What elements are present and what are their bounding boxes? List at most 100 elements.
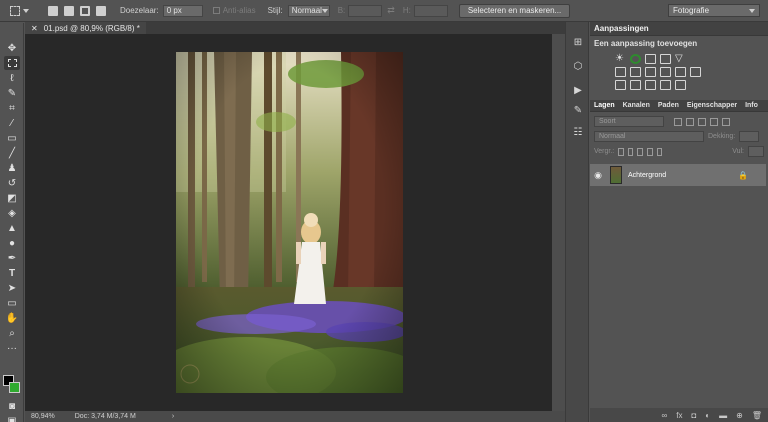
screen-mode-icon[interactable]: ▣ xyxy=(4,414,20,422)
link-icon[interactable]: ∞ xyxy=(662,411,668,420)
chevron-right-icon[interactable]: › xyxy=(172,413,174,420)
gradient-icon[interactable]: ◈ xyxy=(4,206,20,220)
libraries-icon[interactable]: ⊞ xyxy=(572,36,584,48)
layer-name[interactable]: Achtergrond xyxy=(628,172,666,179)
properties-icon[interactable]: ☷ xyxy=(572,126,584,138)
color-balance-icon[interactable] xyxy=(630,67,641,77)
move-icon[interactable]: ✥ xyxy=(4,41,20,55)
3d-icon[interactable]: ⬡ xyxy=(572,60,584,72)
type-icon[interactable]: T xyxy=(4,266,20,280)
antialias-checkbox[interactable]: Anti-alias xyxy=(212,6,256,15)
doc-size: Doc: 3,74 M/3,74 M xyxy=(74,413,136,420)
lasso-icon[interactable]: ℓ xyxy=(4,71,20,85)
tab-info[interactable]: Info xyxy=(745,102,758,109)
swap-icon[interactable]: ⇄ xyxy=(387,5,395,16)
history-brush-icon[interactable]: ↺ xyxy=(4,176,20,190)
vibrance-icon[interactable]: ▽ xyxy=(675,54,686,64)
fx-icon[interactable]: fx xyxy=(676,411,682,420)
adjustments-subtitle: Een aanpassing toevoegen xyxy=(594,39,698,48)
subtract-selection-icon[interactable] xyxy=(80,5,90,16)
channel-mixer-icon[interactable] xyxy=(675,67,686,77)
exposure-icon[interactable] xyxy=(660,54,671,64)
filter-pixel-icon[interactable] xyxy=(674,117,682,126)
layer-filter-input[interactable]: Soort xyxy=(594,116,664,127)
lock-pixels-icon[interactable] xyxy=(627,147,634,156)
play-icon[interactable]: ▶ xyxy=(572,84,584,96)
chevron-down-icon xyxy=(321,8,328,13)
brightness-icon[interactable]: ☀ xyxy=(615,54,626,64)
background-color-swatch[interactable] xyxy=(9,382,20,393)
shape-icon[interactable]: ▭ xyxy=(4,296,20,310)
threshold-icon[interactable] xyxy=(645,80,656,90)
more-tools-icon[interactable]: ··· xyxy=(4,341,20,355)
mask-icon[interactable]: ◘ xyxy=(691,411,696,420)
lock-transparent-icon[interactable] xyxy=(618,147,624,156)
zoom-icon[interactable]: ⌕ xyxy=(4,326,20,340)
posterize-icon[interactable] xyxy=(630,80,641,90)
status-bar: 80,94% Doc: 3,74 M/3,74 M › xyxy=(25,411,565,422)
trash-icon[interactable]: 🗑 xyxy=(752,411,762,420)
brush-settings-icon[interactable]: ✎ xyxy=(572,104,584,116)
feather-input[interactable]: 0 px xyxy=(162,4,203,17)
curves-icon[interactable] xyxy=(645,54,656,64)
blend-mode-select[interactable]: Normaal xyxy=(594,131,704,142)
opacity-input[interactable] xyxy=(739,131,760,142)
new-layer-icon[interactable]: ⊕ xyxy=(736,411,743,420)
tab-properties[interactable]: Eigenschapper xyxy=(687,102,737,109)
tab-paths[interactable]: Paden xyxy=(658,102,679,109)
hue-saturation-icon[interactable] xyxy=(615,67,626,77)
pen-icon[interactable]: ✒ xyxy=(4,251,20,265)
vertical-scrollbar[interactable] xyxy=(552,34,565,411)
filter-smart-icon[interactable] xyxy=(722,117,730,126)
add-selection-icon[interactable] xyxy=(64,5,74,16)
height-input[interactable] xyxy=(413,4,448,17)
lock-position-icon[interactable] xyxy=(637,147,644,156)
eyedropper-icon[interactable]: ⁄ xyxy=(4,116,20,130)
zoom-level[interactable]: 80,94% xyxy=(31,413,55,420)
color-lookup-icon[interactable] xyxy=(690,67,701,77)
invert-icon[interactable] xyxy=(615,80,626,90)
intersect-selection-icon[interactable] xyxy=(96,5,106,16)
photo-filter-icon[interactable] xyxy=(660,67,671,77)
tab-layers[interactable]: Lagen xyxy=(594,102,615,109)
blur-icon[interactable]: ▲ xyxy=(4,221,20,235)
quick-mask-icon[interactable]: ◙ xyxy=(4,399,20,413)
document-image[interactable] xyxy=(176,52,403,393)
eraser-icon[interactable]: ◩ xyxy=(4,191,20,205)
dodge-icon[interactable]: ● xyxy=(4,236,20,250)
document-tab[interactable]: ✕ 01.psd @ 80,9% (RGB/8) * xyxy=(25,22,146,34)
path-select-icon[interactable]: ➤ xyxy=(4,281,20,295)
crop-icon[interactable]: ⌗ xyxy=(4,101,20,115)
hand-icon[interactable]: ✋ xyxy=(4,311,20,325)
new-selection-icon[interactable] xyxy=(48,5,58,16)
folder-icon[interactable]: ▬ xyxy=(719,411,727,420)
tab-channels[interactable]: Kanalen xyxy=(623,102,650,109)
spot-heal-icon[interactable]: ▭ xyxy=(4,131,20,145)
filter-type-icon[interactable] xyxy=(698,117,706,126)
canvas-area[interactable] xyxy=(25,34,552,411)
style-select[interactable]: Normaal xyxy=(287,4,330,17)
lock-artboard-icon[interactable] xyxy=(647,147,653,156)
close-icon[interactable]: ✕ xyxy=(31,24,38,33)
layer-row[interactable]: ◉ Achtergrond 🔒 xyxy=(590,164,766,186)
filter-adjust-icon[interactable] xyxy=(686,117,694,126)
lock-all-icon[interactable] xyxy=(656,147,663,156)
gradient-map-icon[interactable] xyxy=(675,80,686,90)
tool-preset-picker[interactable] xyxy=(10,3,40,19)
workspace-select[interactable]: Fotografie xyxy=(668,4,760,17)
marquee-icon[interactable] xyxy=(4,56,20,70)
black-white-icon[interactable] xyxy=(645,67,656,77)
brush-icon[interactable]: ╱ xyxy=(4,146,20,160)
fill-input[interactable] xyxy=(748,146,764,157)
quick-select-icon[interactable]: ✎ xyxy=(4,86,20,100)
filter-shape-icon[interactable] xyxy=(710,117,718,126)
style-label: Stijl: xyxy=(267,6,283,15)
adjustment-layer-icon[interactable]: ◐ xyxy=(705,411,710,420)
levels-icon[interactable] xyxy=(630,54,641,64)
width-input[interactable] xyxy=(348,4,383,17)
select-and-mask-button[interactable]: Selecteren en maskeren... xyxy=(458,3,571,18)
eye-icon[interactable]: ◉ xyxy=(590,170,606,181)
forest-photo xyxy=(176,52,403,393)
stamp-icon[interactable]: ♟ xyxy=(4,161,20,175)
selective-color-icon[interactable] xyxy=(660,80,671,90)
